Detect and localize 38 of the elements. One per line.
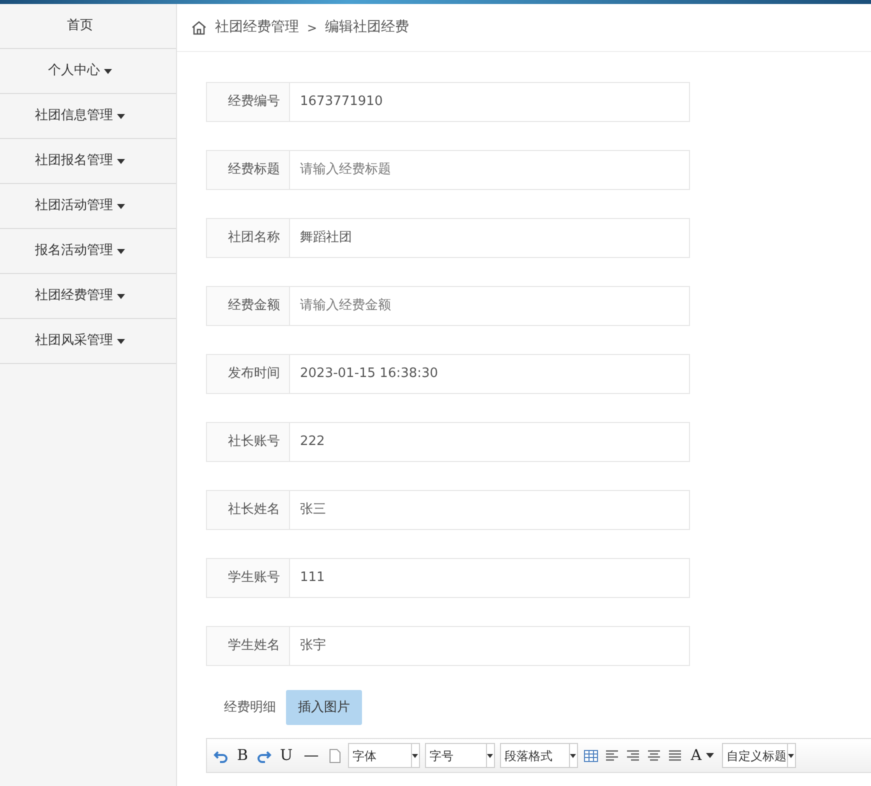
table-icon[interactable] bbox=[582, 748, 599, 764]
breadcrumb-current: 编辑社团经费 bbox=[325, 18, 410, 37]
field-label: 社长账号 bbox=[206, 422, 290, 462]
align-right-icon[interactable] bbox=[624, 748, 641, 764]
toolbar-button[interactable]: B bbox=[234, 748, 252, 763]
field-label: 经费编号 bbox=[206, 82, 290, 122]
input-field[interactable]: 张三 bbox=[290, 490, 690, 530]
input-field[interactable]: 222 bbox=[290, 422, 690, 462]
toolbar-dropdown[interactable]: 自定义标题 bbox=[722, 743, 796, 768]
breadcrumb-link[interactable]: 社团经费管理 bbox=[215, 17, 299, 38]
input-field[interactable]: 舞蹈社团 bbox=[290, 218, 690, 258]
font-color-button[interactable]: A bbox=[688, 748, 717, 763]
justify-icon[interactable] bbox=[666, 748, 683, 764]
home-icon[interactable] bbox=[191, 20, 207, 36]
toolbar-dropdown[interactable]: 字号 bbox=[424, 743, 495, 768]
field-label: 学生账号 bbox=[206, 558, 290, 598]
field-label: 经费金额 bbox=[206, 286, 290, 326]
field-label: 经费标题 bbox=[206, 150, 290, 190]
field-label: 经费明细 bbox=[223, 698, 277, 717]
field-label: 学生姓名 bbox=[206, 626, 290, 666]
input-field[interactable]: 请输入经费标题 bbox=[290, 150, 690, 190]
field-label: 社长姓名 bbox=[206, 490, 290, 530]
align-center-icon[interactable] bbox=[646, 748, 662, 764]
toolbar-dropdown[interactable]: 段落格式 bbox=[500, 743, 578, 768]
input-field[interactable]: 请输入经费金额 bbox=[290, 286, 690, 326]
align-left-icon[interactable] bbox=[604, 748, 620, 764]
page-icon[interactable] bbox=[326, 748, 343, 764]
input-field[interactable]: 张宇 bbox=[290, 626, 690, 666]
input-field[interactable]: 2023-01-15 16:38:30 bbox=[290, 354, 690, 394]
toolbar-dropdown[interactable]: 字体 bbox=[348, 743, 420, 768]
insert-image-button[interactable]: 插入图片 bbox=[286, 690, 362, 725]
breadcrumb-separator: > bbox=[307, 20, 318, 36]
toolbar-button[interactable]: U bbox=[277, 748, 296, 763]
field-label: 发布时间 bbox=[206, 354, 290, 394]
input-field[interactable]: 1673771910 bbox=[290, 82, 690, 122]
field-label: 社团名称 bbox=[206, 218, 290, 258]
toolbar-button[interactable]: — bbox=[300, 748, 322, 763]
input-field[interactable]: 111 bbox=[290, 558, 690, 598]
